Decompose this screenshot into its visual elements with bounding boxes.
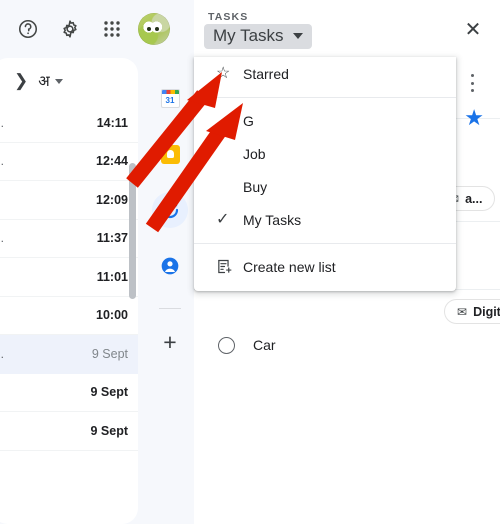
mail-row[interactable]: .9 Sept	[0, 412, 138, 451]
menu-item-label: Starred	[243, 65, 289, 82]
mail-row-time: 12:09	[96, 192, 128, 207]
mail-list-scrollbar[interactable]	[129, 163, 136, 299]
screen: ❯ अ ... 14:11... 12:44.. 12:09... 11:37.. 11:…	[0, 0, 500, 524]
new-list-icon	[216, 258, 242, 275]
top-bar	[0, 0, 194, 58]
star-filled-icon[interactable]: ★	[464, 107, 484, 129]
help-icon[interactable]	[8, 9, 48, 49]
mail-row-snippet: ...	[0, 346, 6, 361]
close-icon[interactable]: ✕	[458, 14, 488, 44]
calendar-badge: 31	[160, 88, 180, 108]
task-email-chip[interactable]: ✉ Digital Survey for National Curricu...	[444, 299, 500, 324]
more-vert-icon[interactable]	[463, 72, 481, 94]
mail-row[interactable]: .. 12:09	[0, 181, 138, 220]
menu-item-g[interactable]: G	[194, 104, 456, 137]
menu-item-group: ☆ Starred G Job Buy ✓ My Tasks	[194, 57, 456, 236]
tasks-panel-title: TASKS	[208, 11, 249, 23]
mail-row[interactable]: .10:00	[0, 296, 138, 335]
tasks-panel: TASKS My Tasks ✕ ★ ✉ a... ✉ Digital Surv…	[194, 0, 500, 524]
keep-icon[interactable]	[152, 136, 188, 172]
mail-row-snippet: ..	[0, 385, 1, 399]
mail-row-time: 14:11	[96, 115, 128, 130]
chevron-right-icon[interactable]: ❯	[14, 71, 28, 91]
mail-row[interactable]: ... 9 Sept	[0, 335, 138, 374]
avatar-ring	[138, 13, 170, 45]
mail-row[interactable]: .. 9 Sept	[0, 373, 138, 412]
contacts-icon[interactable]	[152, 248, 188, 284]
mail-row-time: 10:00	[96, 308, 128, 323]
menu-item-job[interactable]: Job	[194, 137, 456, 170]
tasks-panel-header: TASKS My Tasks ✕	[194, 0, 500, 58]
mail-row-snippet: ..	[0, 270, 1, 284]
chip-label: a...	[465, 191, 483, 206]
task-list-dropdown-menu: ☆ Starred G Job Buy ✓ My Tasks Create new list	[194, 57, 456, 291]
gear-icon[interactable]	[50, 9, 90, 49]
mail-row[interactable]: ... 11:37	[0, 219, 138, 258]
calendar-icon[interactable]: 31	[152, 80, 188, 116]
mail-row-time: 9 Sept	[90, 385, 128, 400]
contacts-glyph	[161, 257, 179, 275]
task-item-label: Car	[253, 337, 276, 353]
mail-list-toolbar: ❯ अ	[0, 58, 138, 104]
menu-item-my-tasks[interactable]: ✓ My Tasks	[194, 203, 456, 236]
menu-item-label: My Tasks	[243, 211, 302, 228]
mail-row[interactable]: ... 12:44	[0, 142, 138, 181]
menu-divider	[194, 97, 456, 98]
menu-divider	[194, 243, 456, 244]
mail-row-time: 9 Sept	[90, 423, 128, 438]
mail-list-card: ❯ अ ... 14:11... 12:44.. 12:09... 11:37.. 11:…	[0, 58, 138, 524]
side-panel-rail: 31 +	[146, 58, 194, 524]
mail-row[interactable]: ... 14:11	[0, 104, 138, 143]
menu-item-buy[interactable]: Buy	[194, 170, 456, 203]
tasks-glyph	[161, 201, 179, 219]
avatar[interactable]	[138, 13, 170, 45]
mail-row-snippet: ...	[0, 231, 6, 245]
mail-row-time: 11:37	[96, 231, 128, 246]
chevron-down-icon	[292, 33, 303, 39]
keep-bulb-icon	[160, 144, 180, 164]
menu-item-label: Buy	[243, 178, 268, 195]
mail-row-list: ... 14:11... 12:44.. 12:09... 11:37.. 11:01 .1…	[0, 104, 138, 451]
language-label: अ	[38, 73, 50, 90]
mail-row[interactable]: .. 11:01	[0, 258, 138, 297]
tasks-icon[interactable]	[152, 192, 188, 228]
mail-row-snippet: ...	[0, 154, 6, 168]
menu-item-starred[interactable]: ☆ Starred	[194, 57, 456, 90]
language-selector[interactable]: अ	[38, 71, 63, 91]
menu-item-label: Job	[243, 145, 266, 162]
star-outline-icon: ☆	[216, 64, 231, 82]
mail-row-time: 11:01	[96, 269, 128, 284]
mail-row-snippet: ...	[0, 115, 6, 130]
circle-unchecked-icon[interactable]	[218, 336, 235, 354]
check-icon: ✓	[216, 210, 230, 228]
chevron-down-icon	[54, 78, 63, 84]
menu-item-label: G	[243, 112, 254, 129]
task-item[interactable]: Car	[194, 330, 500, 360]
mail-row-snippet: ..	[0, 193, 1, 207]
apps-grid-icon[interactable]	[92, 9, 132, 49]
chip-label: Digital Survey for National Curricu...	[473, 304, 500, 319]
menu-item-create-new-list[interactable]: Create new list	[194, 250, 456, 283]
menu-item-label: Create new list	[243, 258, 336, 275]
task-list-selector-label: My Tasks	[213, 26, 284, 45]
task-list-selector[interactable]: My Tasks	[204, 24, 312, 49]
rail-divider	[159, 308, 181, 309]
mail-row-time: 9 Sept	[91, 346, 128, 361]
mail-row-time: 12:44	[96, 154, 128, 169]
add-app-button[interactable]: +	[163, 331, 176, 354]
mail-icon: ✉	[457, 304, 468, 319]
